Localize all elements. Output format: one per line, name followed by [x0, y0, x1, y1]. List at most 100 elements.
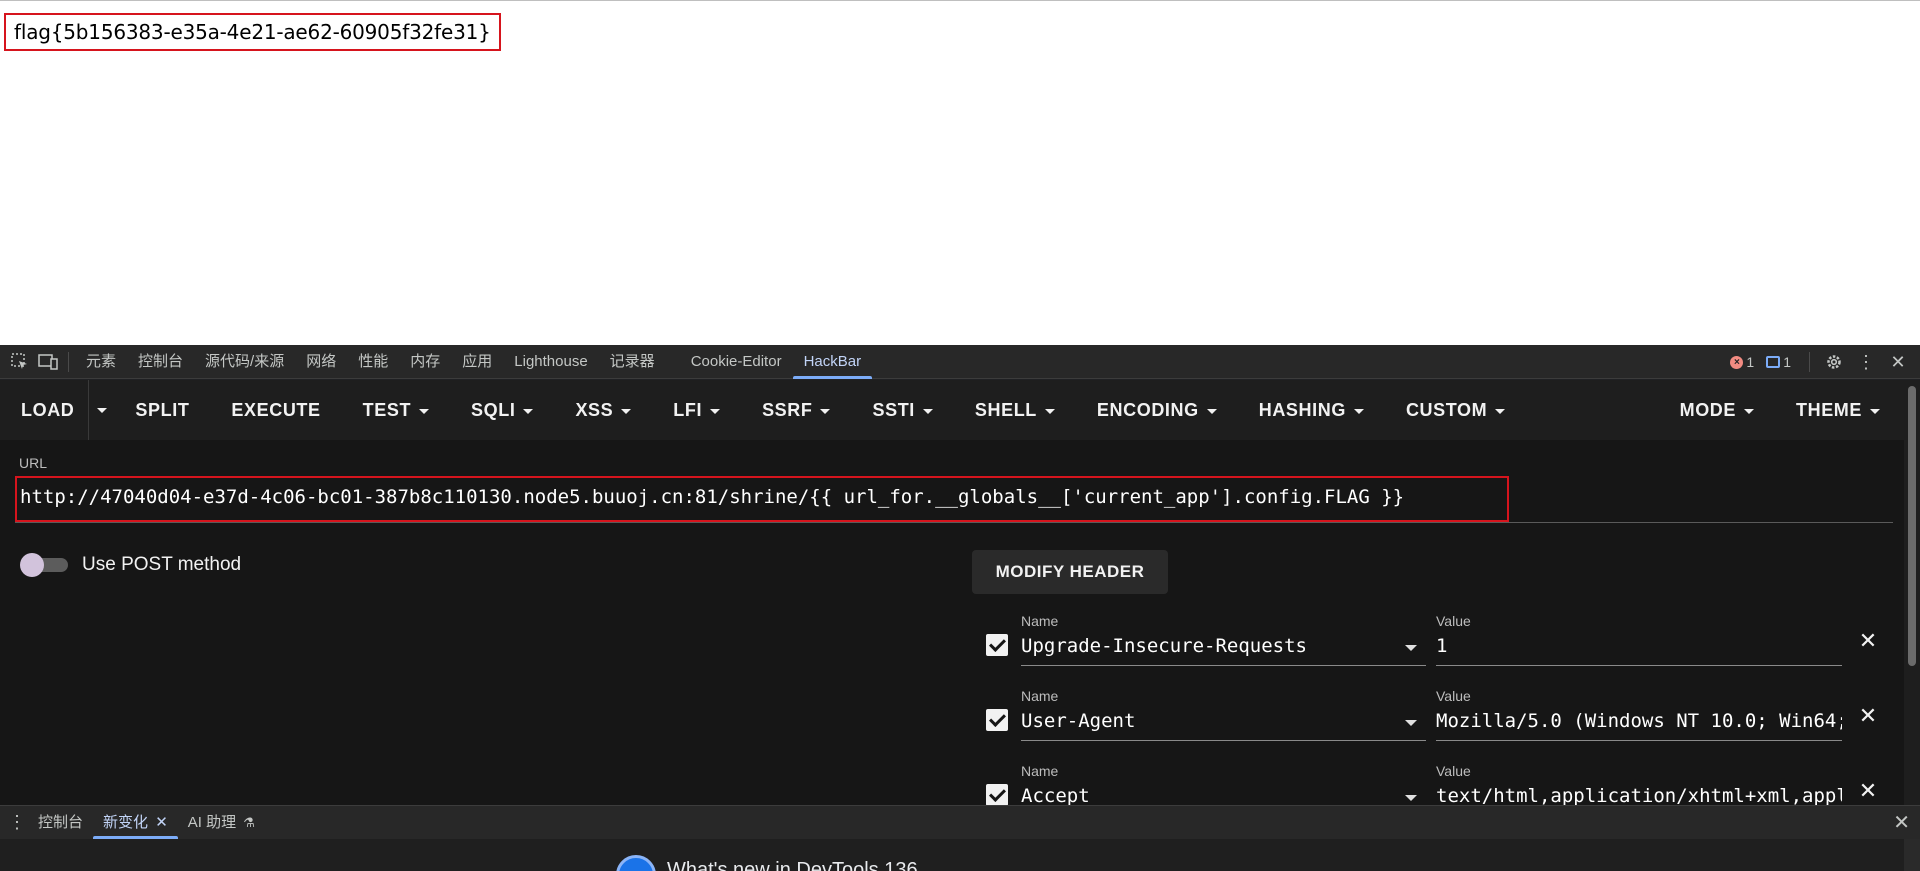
ssti-menu[interactable]: SSTI: [851, 380, 953, 440]
header-value-input[interactable]: 1: [1436, 635, 1842, 657]
header-enabled-checkbox[interactable]: [986, 709, 1008, 731]
chevron-down-icon[interactable]: [1405, 645, 1417, 651]
drawer-body: What's new in DevTools 136: [0, 839, 1920, 871]
theme-menu[interactable]: THEME: [1775, 380, 1904, 440]
header-value-input[interactable]: text/html,application/xhtml+xml,applicat…: [1436, 785, 1842, 807]
devtools-panel: 元素 控制台 源代码/来源 网络 性能 内存 应用 Lighthouse 记录器…: [0, 345, 1920, 871]
error-count: 1: [1746, 354, 1755, 370]
chevron-down-icon: [922, 408, 933, 414]
header-enabled-checkbox[interactable]: [986, 784, 1008, 806]
devtools-logo-icon: [616, 855, 656, 871]
close-tab-icon[interactable]: ✕: [155, 814, 168, 831]
shell-menu[interactable]: SHELL: [954, 380, 1076, 440]
url-input-underline: [15, 522, 1893, 523]
scrollbar-thumb[interactable]: [1908, 386, 1916, 666]
tab-cookie-editor[interactable]: Cookie-Editor: [680, 345, 793, 379]
error-icon: ×: [1730, 355, 1744, 369]
tab-hackbar[interactable]: HackBar: [792, 345, 873, 379]
header-row: Name Upgrade-Insecure-Requests Value 1 ✕: [0, 605, 1904, 680]
url-label: URL: [19, 455, 48, 471]
header-value-label: Value: [1436, 688, 1471, 704]
url-input[interactable]: http://47040d04-e37d-4c06-bc01-387b8c110…: [20, 486, 1404, 508]
load-dropdown-toggle[interactable]: [88, 380, 114, 440]
status-divider: [1809, 352, 1810, 372]
encoding-menu[interactable]: ENCODING: [1076, 380, 1238, 440]
lfi-menu[interactable]: LFI: [652, 380, 741, 440]
hackbar-scrollbar[interactable]: [1904, 380, 1920, 805]
flask-icon: ⚗: [243, 815, 255, 830]
header-row: Name User-Agent Value Mozilla/5.0 (Windo…: [0, 680, 1904, 755]
tab-network[interactable]: 网络: [295, 345, 347, 379]
whats-new-title: What's new in DevTools 136: [667, 859, 918, 871]
drawer-tab-ai-assistant[interactable]: AI 助理 ⚗: [178, 806, 265, 839]
header-value-input[interactable]: Mozilla/5.0 (Windows NT 10.0; Win64; x64…: [1436, 710, 1842, 732]
tab-recorder[interactable]: 记录器: [599, 345, 666, 379]
chevron-down-icon[interactable]: [1405, 795, 1417, 801]
settings-gear-icon[interactable]: [1820, 348, 1848, 376]
header-name-select[interactable]: Accept: [1021, 785, 1426, 807]
tab-memory[interactable]: 内存: [399, 345, 451, 379]
split-button[interactable]: SPLIT: [114, 380, 210, 440]
header-name-underline: [1021, 740, 1426, 741]
chevron-down-icon: [1044, 408, 1055, 414]
remove-header-icon[interactable]: ✕: [1858, 704, 1878, 728]
tab-console[interactable]: 控制台: [127, 345, 194, 379]
tab-elements[interactable]: 元素: [75, 345, 127, 379]
mode-menu[interactable]: MODE: [1659, 380, 1775, 440]
chevron-down-icon[interactable]: [1405, 720, 1417, 726]
chevron-down-icon: [621, 408, 632, 414]
close-devtools-icon[interactable]: ✕: [1884, 348, 1912, 376]
devtools-status-area: × 1 1 ⋮ ✕: [1730, 345, 1920, 379]
header-value-label: Value: [1436, 763, 1471, 779]
chevron-down-icon: [96, 407, 107, 413]
tab-performance[interactable]: 性能: [347, 345, 399, 379]
ssrf-menu[interactable]: SSRF: [741, 380, 851, 440]
remove-header-icon[interactable]: ✕: [1858, 629, 1878, 653]
message-count: 1: [1783, 354, 1791, 370]
hackbar-toolbar: LOAD SPLIT EXECUTE TEST SQLI XSS LFI SSR…: [0, 380, 1904, 440]
custom-menu[interactable]: CUSTOM: [1385, 380, 1526, 440]
header-enabled-checkbox[interactable]: [986, 634, 1008, 656]
hackbar-toolbar-right: MODE THEME: [1659, 380, 1904, 440]
test-menu[interactable]: TEST: [342, 380, 450, 440]
post-method-label: Use POST method: [82, 554, 242, 575]
hackbar-body: URL http://47040d04-e37d-4c06-bc01-387b8…: [0, 440, 1904, 816]
chevron-down-icon: [1495, 408, 1506, 414]
message-icon: [1766, 356, 1781, 368]
drawer-tab-console[interactable]: 控制台: [28, 806, 93, 839]
device-toolbar-icon[interactable]: [34, 348, 62, 376]
message-badge[interactable]: 1: [1766, 354, 1791, 370]
tab-sources[interactable]: 源代码/来源: [194, 345, 295, 379]
header-value-label: Value: [1436, 613, 1471, 629]
execute-button[interactable]: EXECUTE: [210, 380, 341, 440]
chevron-down-icon: [1744, 408, 1754, 414]
header-name-select[interactable]: User-Agent: [1021, 710, 1426, 732]
header-name-underline: [1021, 665, 1426, 666]
sqli-menu[interactable]: SQLI: [450, 380, 554, 440]
post-method-toggle[interactable]: [20, 553, 68, 577]
devtools-tab-bar: 元素 控制台 源代码/来源 网络 性能 内存 应用 Lighthouse 记录器…: [0, 345, 1920, 379]
drawer-tab-whats-new-label: 新变化: [103, 814, 149, 831]
drawer-menu-icon[interactable]: ⋮: [6, 809, 28, 837]
drawer-tab-bar: ⋮ 控制台 新变化 ✕ AI 助理 ⚗ ✕: [0, 805, 1920, 839]
header-name-label: Name: [1021, 763, 1059, 779]
close-drawer-icon[interactable]: ✕: [1893, 806, 1910, 840]
xss-menu[interactable]: XSS: [554, 380, 652, 440]
chevron-down-icon: [1870, 408, 1880, 414]
inspect-element-icon[interactable]: [6, 348, 34, 376]
error-badge[interactable]: × 1: [1730, 354, 1754, 370]
hashing-menu[interactable]: HASHING: [1238, 380, 1385, 440]
page-viewport: flag{5b156383-e35a-4e21-ae62-60905f32fe3…: [0, 0, 1920, 345]
chevron-down-icon: [523, 408, 534, 414]
modify-header-button[interactable]: MODIFY HEADER: [972, 550, 1168, 594]
drawer-tab-whats-new[interactable]: 新变化 ✕: [93, 806, 178, 839]
tab-application[interactable]: 应用: [451, 345, 503, 379]
drawer-scrollbar[interactable]: [1904, 839, 1920, 871]
header-name-select[interactable]: Upgrade-Insecure-Requests: [1021, 635, 1426, 657]
chevron-down-icon: [710, 408, 721, 414]
tab-lighthouse[interactable]: Lighthouse: [503, 345, 598, 379]
load-button[interactable]: LOAD: [0, 380, 88, 440]
remove-header-icon[interactable]: ✕: [1858, 779, 1878, 803]
more-options-icon[interactable]: ⋮: [1852, 348, 1880, 376]
toggle-thumb: [20, 553, 44, 577]
